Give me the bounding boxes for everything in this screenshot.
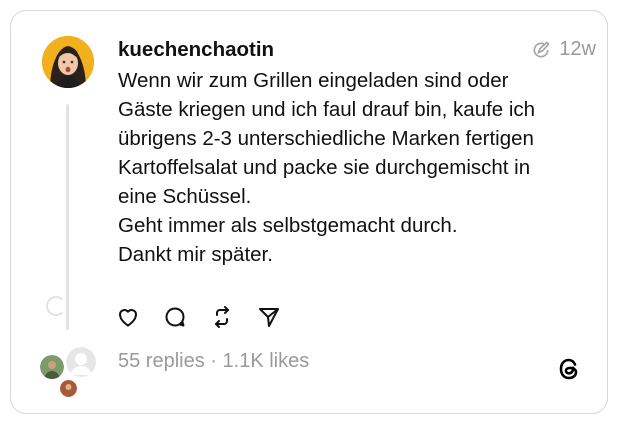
post-meta: 12w: [531, 38, 596, 61]
edited-icon: [531, 40, 551, 60]
stats-separator: ·: [210, 350, 217, 372]
replies-count[interactable]: 55 replies: [118, 350, 205, 372]
post-username[interactable]: kuechenchaotin: [118, 38, 274, 62]
replier-avatar[interactable]: [66, 347, 96, 377]
repost-icon[interactable]: [210, 305, 234, 329]
heart-icon[interactable]: [116, 305, 140, 329]
thread-connector-line: [66, 104, 69, 330]
post-age[interactable]: 12w: [559, 38, 596, 61]
comment-icon[interactable]: [163, 305, 187, 329]
post-stats: 55 replies · 1.1K likes: [118, 350, 309, 373]
send-icon[interactable]: [257, 305, 281, 329]
author-avatar-image: [42, 36, 94, 88]
post-text-line: Gäste kriegen und ich faul drauf bin, ka…: [118, 98, 536, 121]
post-text: Wenn wir zum Grillen eingeladen sind ode…: [118, 66, 588, 269]
thread-loop-decoration: [46, 296, 66, 316]
threads-logo-icon[interactable]: [556, 356, 582, 382]
post-actions: [116, 305, 281, 329]
likes-count[interactable]: 1.1K likes: [223, 350, 310, 372]
post-text-line: Geht immer als selbstgemacht durch.: [118, 214, 458, 237]
post-text-line: übrigens 2-3 unterschiedliche Marken fer…: [118, 127, 534, 150]
author-avatar[interactable]: [42, 36, 94, 88]
post-text-line: eine Schüssel.: [118, 185, 252, 208]
replier-avatar[interactable]: [60, 380, 77, 397]
replier-avatar[interactable]: [40, 355, 64, 379]
post-text-line: Dankt mir später.: [118, 243, 273, 266]
post-text-line: Kartoffelsalat und packe sie durchgemisc…: [118, 156, 531, 179]
post-text-line: Wenn wir zum Grillen eingeladen sind ode…: [118, 69, 509, 92]
